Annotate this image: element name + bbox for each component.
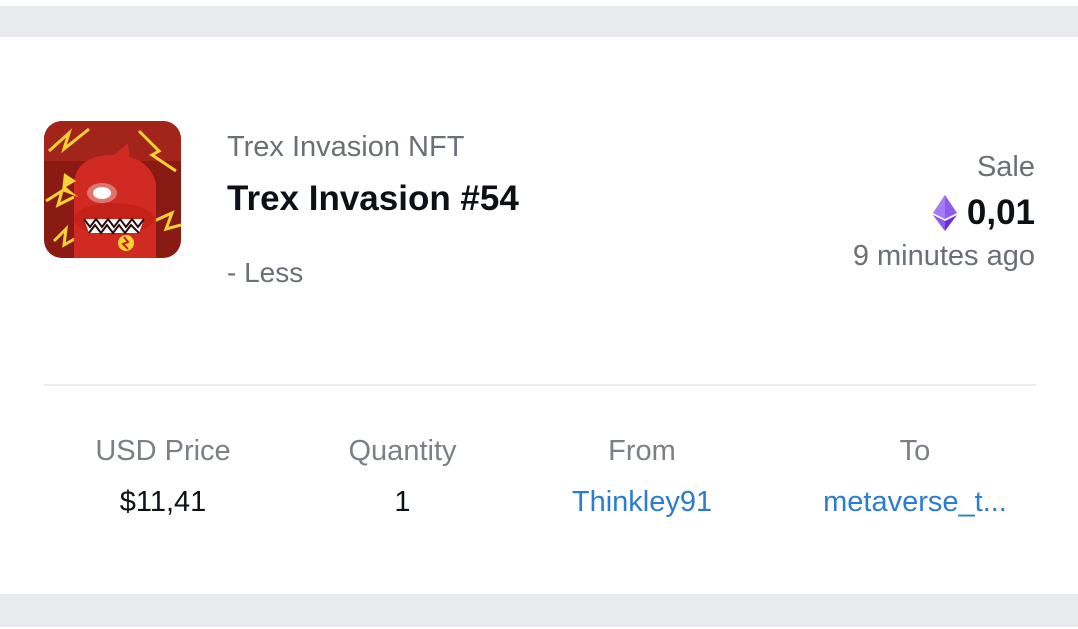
trex-artwork-image [44,121,181,258]
less-toggle-button[interactable]: - Less [227,257,303,289]
to-label: To [899,435,931,467]
usd-price-column: USD Price $11,41 [68,435,258,519]
price-value: 0,01 [966,193,1035,232]
to-column: To metaverse_t... [795,435,1035,519]
usd-price-label: USD Price [95,435,231,467]
nft-thumbnail[interactable] [44,121,181,258]
price-row: 0,01 [932,193,1035,233]
section-divider [44,384,1036,386]
quantity-value: 1 [394,486,411,518]
usd-price-value: $11,41 [119,486,207,518]
nft-collection-name[interactable]: Trex Invasion NFT [227,131,464,164]
nft-item-name[interactable]: Trex Invasion #54 [227,179,519,219]
event-timestamp[interactable]: 9 minutes ago [853,240,1035,273]
quantity-column: Quantity 1 [300,435,505,519]
from-column: From Thinkley91 [542,435,742,519]
ethereum-icon [932,195,957,231]
transaction-card: Trex Invasion NFT Trex Invasion #54 - Le… [0,37,1078,594]
top-background-strip [0,0,1078,6]
from-address-link[interactable]: Thinkley91 [542,486,742,519]
from-label: From [608,435,676,467]
event-type-label: Sale [976,151,1035,183]
quantity-label: Quantity [348,435,457,467]
to-address-link[interactable]: metaverse_t... [804,486,1026,519]
